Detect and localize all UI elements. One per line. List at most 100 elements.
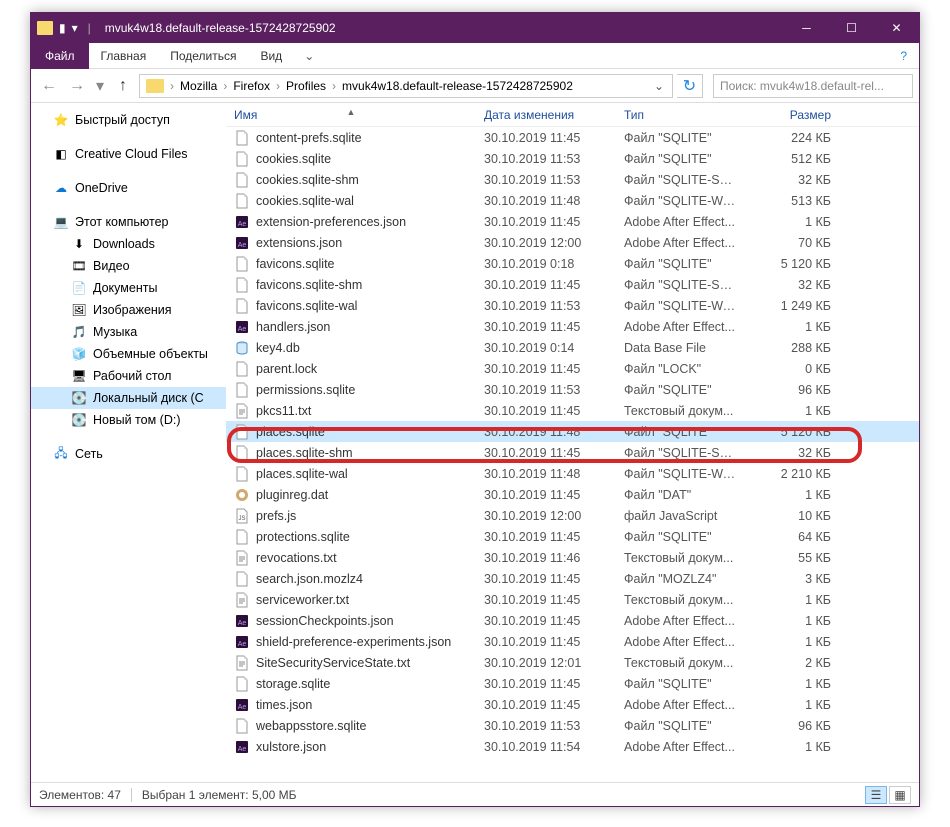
file-type: Файл "LOCK"	[616, 362, 744, 376]
addressbar[interactable]: › Mozilla › Firefox › Profiles › mvuk4w1…	[139, 74, 673, 98]
back-button[interactable]: ←	[37, 74, 61, 98]
refresh-button[interactable]: ↻	[677, 74, 703, 98]
file-row[interactable]: favicons.sqlite-wal30.10.2019 11:53Файл …	[226, 295, 919, 316]
forward-button[interactable]: →	[65, 74, 89, 98]
search-input[interactable]: Поиск: mvuk4w18.default-rel...	[713, 74, 913, 98]
qat-icon[interactable]: ▾	[72, 21, 78, 35]
header-date[interactable]: Дата изменения	[476, 108, 616, 122]
header-type[interactable]: Тип	[616, 108, 744, 122]
file-type: Adobe After Effect...	[616, 740, 744, 754]
sidebar-quick-access[interactable]: ⭐Быстрый доступ	[31, 109, 226, 131]
file-row[interactable]: places.sqlite-wal30.10.2019 11:48Файл "S…	[226, 463, 919, 484]
file-row[interactable]: cookies.sqlite-wal30.10.2019 11:48Файл "…	[226, 190, 919, 211]
file-size: 0 КБ	[744, 362, 839, 376]
breadcrumb-item[interactable]: mvuk4w18.default-release-1572428725902	[338, 79, 577, 93]
file-list[interactable]: content-prefs.sqlite30.10.2019 11:45Файл…	[226, 127, 919, 782]
home-tab[interactable]: Главная	[89, 43, 159, 69]
file-row[interactable]: Aeshield-preference-experiments.json30.1…	[226, 631, 919, 652]
tiles-view-button[interactable]: ▦	[889, 786, 911, 804]
file-row[interactable]: AesessionCheckpoints.json30.10.2019 11:4…	[226, 610, 919, 631]
svg-text:Ae: Ae	[238, 704, 247, 711]
file-row[interactable]: places.sqlite-shm30.10.2019 11:45Файл "S…	[226, 442, 919, 463]
file-date: 30.10.2019 12:00	[476, 236, 616, 250]
file-size: 55 КБ	[744, 551, 839, 565]
view-tab[interactable]: Вид	[248, 43, 294, 69]
breadcrumb-item[interactable]: Firefox	[229, 79, 274, 93]
breadcrumb-item[interactable]: Profiles	[282, 79, 330, 93]
sidebar-documents[interactable]: 📄Документы	[31, 277, 226, 299]
address-dropdown[interactable]: ⌄	[648, 79, 670, 93]
file-tab[interactable]: Файл	[31, 43, 89, 69]
close-button[interactable]: ✕	[874, 13, 919, 43]
sidebar-music[interactable]: 🎵Музыка	[31, 321, 226, 343]
file-size: 5 120 КБ	[744, 425, 839, 439]
file-row[interactable]: favicons.sqlite-shm30.10.2019 11:45Файл …	[226, 274, 919, 295]
file-icon	[234, 130, 250, 146]
file-row[interactable]: favicons.sqlite30.10.2019 0:18Файл "SQLI…	[226, 253, 919, 274]
sidebar-network[interactable]: 🖧Сеть	[31, 443, 226, 465]
file-row[interactable]: SiteSecurityServiceState.txt30.10.2019 1…	[226, 652, 919, 673]
breadcrumb-item[interactable]: Mozilla	[176, 79, 221, 93]
status-separator	[131, 788, 132, 802]
maximize-button[interactable]: ☐	[829, 13, 874, 43]
file-size: 1 КБ	[744, 215, 839, 229]
disk-icon: 💽	[71, 412, 87, 428]
header-size[interactable]: Размер	[744, 108, 839, 122]
file-row[interactable]: Aehandlers.json30.10.2019 11:45Adobe Aft…	[226, 316, 919, 337]
sidebar-new-volume[interactable]: 💽Новый том (D:)	[31, 409, 226, 431]
file-size: 96 КБ	[744, 383, 839, 397]
file-icon	[234, 340, 250, 356]
help-button[interactable]: ?	[888, 49, 919, 63]
sidebar-videos[interactable]: 🎞Видео	[31, 255, 226, 277]
file-size: 32 КБ	[744, 173, 839, 187]
sidebar-this-pc[interactable]: 💻Этот компьютер	[31, 211, 226, 233]
sidebar: ⭐Быстрый доступ ◧Creative Cloud Files ☁O…	[31, 103, 226, 782]
qat-icon[interactable]: ▮	[59, 21, 66, 35]
file-date: 30.10.2019 11:45	[476, 131, 616, 145]
sidebar-desktop[interactable]: 🖥Рабочий стол	[31, 365, 226, 387]
recent-dropdown[interactable]: ▾	[93, 74, 107, 98]
share-tab[interactable]: Поделиться	[158, 43, 248, 69]
sidebar-onedrive[interactable]: ☁OneDrive	[31, 177, 226, 199]
ribbon-expand-button[interactable]: ⌄	[294, 49, 324, 63]
window-title: mvuk4w18.default-release-1572428725902	[101, 21, 784, 35]
file-row[interactable]: permissions.sqlite30.10.2019 11:53Файл "…	[226, 379, 919, 400]
sidebar-3d-objects[interactable]: 🧊Объемные объекты	[31, 343, 226, 365]
sidebar-downloads[interactable]: ⬇Downloads	[31, 233, 226, 255]
file-name: cookies.sqlite-shm	[256, 173, 359, 187]
file-row[interactable]: Aeextension-preferences.json30.10.2019 1…	[226, 211, 919, 232]
sidebar-local-disk[interactable]: 💽Локальный диск (C	[31, 387, 226, 409]
file-row[interactable]: places.sqlite30.10.2019 11:48Файл "SQLIT…	[226, 421, 919, 442]
sidebar-pictures[interactable]: 🖼Изображения	[31, 299, 226, 321]
file-row[interactable]: pluginreg.dat30.10.2019 11:45Файл "DAT"1…	[226, 484, 919, 505]
file-row[interactable]: storage.sqlite30.10.2019 11:45Файл "SQLI…	[226, 673, 919, 694]
details-view-button[interactable]: ☰	[865, 786, 887, 804]
file-row[interactable]: pkcs11.txt30.10.2019 11:45Текстовый доку…	[226, 400, 919, 421]
file-row[interactable]: serviceworker.txt30.10.2019 11:45Текстов…	[226, 589, 919, 610]
file-name: favicons.sqlite-wal	[256, 299, 357, 313]
file-date: 30.10.2019 11:45	[476, 446, 616, 460]
file-name: handlers.json	[256, 320, 330, 334]
file-size: 1 КБ	[744, 635, 839, 649]
file-row[interactable]: protections.sqlite30.10.2019 11:45Файл "…	[226, 526, 919, 547]
file-date: 30.10.2019 11:45	[476, 677, 616, 691]
file-row[interactable]: Aexulstore.json30.10.2019 11:54Adobe Aft…	[226, 736, 919, 757]
file-row[interactable]: Aetimes.json30.10.2019 11:45Adobe After …	[226, 694, 919, 715]
file-row[interactable]: revocations.txt30.10.2019 11:46Текстовый…	[226, 547, 919, 568]
file-row[interactable]: webappsstore.sqlite30.10.2019 11:53Файл …	[226, 715, 919, 736]
file-row[interactable]: content-prefs.sqlite30.10.2019 11:45Файл…	[226, 127, 919, 148]
minimize-button[interactable]: ─	[784, 13, 829, 43]
file-type: Текстовый докум...	[616, 404, 744, 418]
file-row[interactable]: search.json.mozlz430.10.2019 11:45Файл "…	[226, 568, 919, 589]
file-name: permissions.sqlite	[256, 383, 355, 397]
up-button[interactable]: ↑	[111, 74, 135, 98]
sidebar-creative-cloud[interactable]: ◧Creative Cloud Files	[31, 143, 226, 165]
file-row[interactable]: parent.lock30.10.2019 11:45Файл "LOCK"0 …	[226, 358, 919, 379]
header-name[interactable]: ▲Имя	[226, 108, 476, 122]
file-row[interactable]: cookies.sqlite30.10.2019 11:53Файл "SQLI…	[226, 148, 919, 169]
file-icon	[234, 424, 250, 440]
file-row[interactable]: Aeextensions.json30.10.2019 12:00Adobe A…	[226, 232, 919, 253]
file-row[interactable]: JSprefs.js30.10.2019 12:00файл JavaScrip…	[226, 505, 919, 526]
file-row[interactable]: key4.db30.10.2019 0:14Data Base File288 …	[226, 337, 919, 358]
file-row[interactable]: cookies.sqlite-shm30.10.2019 11:53Файл "…	[226, 169, 919, 190]
